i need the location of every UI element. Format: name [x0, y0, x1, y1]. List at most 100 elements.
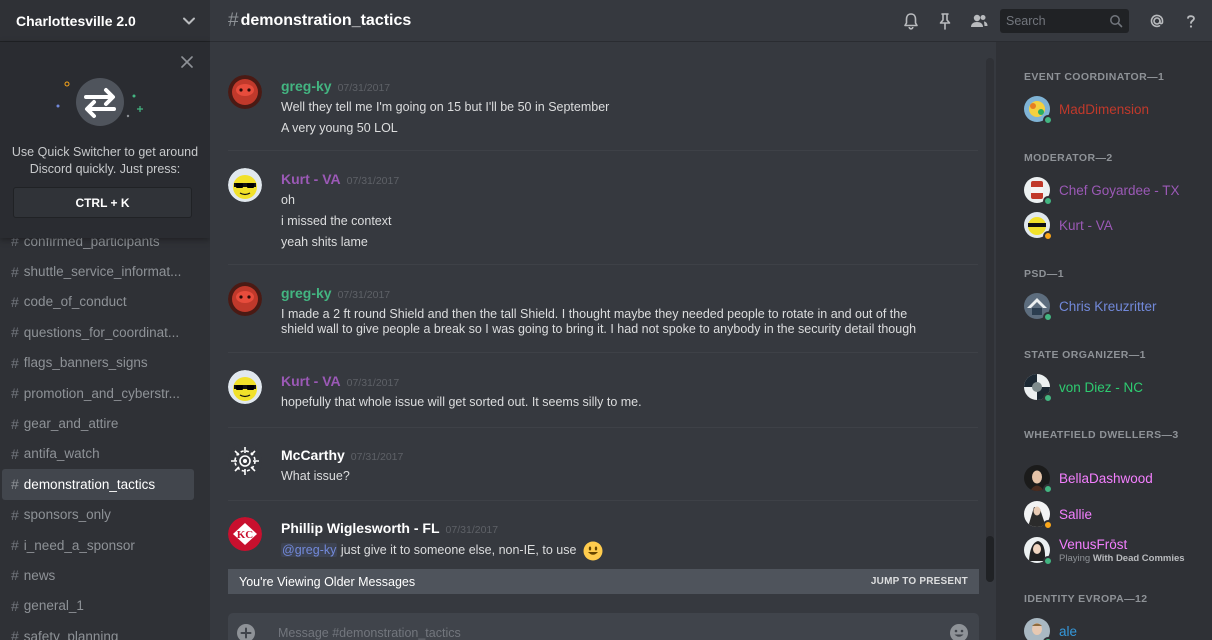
- channel-title-text: demonstration_tactics: [240, 11, 412, 29]
- channel-label: code_of_conduct: [23, 294, 127, 310]
- avatar: [1024, 293, 1053, 322]
- channel-news[interactable]: # news: [2, 560, 194, 590]
- message-header: greg-ky 07/31/2017: [281, 285, 978, 303]
- channel-i-need-a-sponsor[interactable]: # i_need_a_sponsor: [2, 530, 194, 560]
- member-item[interactable]: Kurt - VA: [1024, 210, 1204, 241]
- member-name: BellaDashwood: [1059, 470, 1153, 486]
- message-group: greg-ky 07/31/2017 I made a 2 ft round S…: [228, 264, 978, 352]
- member-item[interactable]: MadDimension: [1024, 94, 1204, 125]
- member-item[interactable]: Chris Kreuzritter: [1024, 291, 1204, 322]
- avatar[interactable]: KC: [228, 517, 262, 551]
- avatar[interactable]: [228, 444, 262, 478]
- channel-sidebar: # confirmed_participants # shuttle_service…: [0, 0, 210, 640]
- author-name[interactable]: greg-ky: [281, 285, 332, 301]
- member-item[interactable]: VenusFrōst Playing With Dead Commies: [1024, 535, 1204, 566]
- message-line: i missed the context: [281, 214, 392, 228]
- members-icon[interactable]: [969, 11, 989, 31]
- channel-questions[interactable]: # questions_for_coordinat...: [2, 317, 194, 347]
- message-header: Kurt - VA 07/31/2017: [281, 373, 978, 391]
- hash-icon: #: [11, 263, 19, 280]
- message-line: A very young 50 LOL: [281, 121, 398, 135]
- channel-sponsors-only[interactable]: # sponsors_only: [2, 500, 194, 530]
- author-name[interactable]: McCarthy: [281, 447, 345, 463]
- message-line: Well they tell me I'm going on 15 but I'…: [281, 100, 610, 114]
- channel-label: news: [23, 567, 56, 583]
- role-header: WHEATFIELD DWELLERS—3: [1024, 429, 1179, 441]
- channel-promotion[interactable]: # promotion_and_cyberstr...: [2, 378, 194, 408]
- channel-flags-banners-signs[interactable]: # flags_banners_signs: [2, 348, 194, 378]
- chat-header: # demonstration_tactics: [210, 0, 1212, 42]
- hash-icon: #: [11, 385, 19, 402]
- older-messages-text: You're Viewing Older Messages: [239, 574, 416, 589]
- scrollbar-thumb[interactable]: [986, 536, 994, 582]
- message-line: oh: [281, 193, 295, 207]
- message-body: Phillip Wiglesworth - FL 07/31/2017 @gre…: [281, 520, 978, 561]
- member-name: von Diez - NC: [1059, 379, 1144, 395]
- help-icon[interactable]: [1181, 11, 1201, 31]
- member-item[interactable]: ale: [1024, 616, 1204, 640]
- channel-label: i_need_a_sponsor: [23, 537, 135, 553]
- message-header: greg-ky 07/31/2017: [281, 78, 978, 96]
- mentions-icon[interactable]: [1147, 11, 1167, 31]
- channel-shuttle-service[interactable]: # shuttle_service_informat...: [2, 256, 194, 286]
- status-indicator: [1043, 196, 1053, 206]
- channel-safety-planning[interactable]: # safety_planning: [2, 621, 194, 640]
- pin-icon[interactable]: [935, 11, 955, 31]
- channel-label: antifa_watch: [23, 446, 100, 462]
- author-name[interactable]: Kurt - VA: [281, 171, 341, 187]
- avatar: [1024, 177, 1053, 206]
- channel-label: sponsors_only: [23, 507, 111, 523]
- channel-code-of-conduct[interactable]: # code_of_conduct: [2, 287, 194, 317]
- channel-antifa-watch[interactable]: # antifa_watch: [2, 439, 194, 469]
- scrollbar-track[interactable]: [986, 58, 994, 582]
- svg-text:KC: KC: [237, 529, 254, 541]
- message-group: McCarthy 07/31/2017 What issue?: [228, 427, 978, 500]
- channel-general-1[interactable]: # general_1: [2, 591, 194, 621]
- server-header[interactable]: Charlottesville 2.0: [0, 0, 210, 42]
- plus-circle-icon[interactable]: [236, 623, 256, 640]
- emoji-picker-icon[interactable]: [949, 623, 969, 640]
- hash-icon: #: [11, 628, 19, 640]
- quick-switcher-shortcut: CTRL + K: [13, 187, 192, 218]
- message-input[interactable]: [278, 626, 949, 640]
- timestamp: 07/31/2017: [346, 175, 400, 187]
- status-indicator: [1043, 393, 1053, 403]
- channel-demonstration-tactics[interactable]: # demonstration_tactics: [2, 469, 194, 500]
- avatar[interactable]: [228, 75, 262, 109]
- timestamp: 07/31/2017: [346, 377, 400, 389]
- status-indicator: [1043, 312, 1053, 322]
- user-mention[interactable]: @greg-ky: [281, 543, 338, 557]
- channel-gear-and-attire[interactable]: # gear_and_attire: [2, 408, 194, 438]
- member-item[interactable]: von Diez - NC: [1024, 372, 1204, 403]
- author-name[interactable]: Phillip Wiglesworth - FL: [281, 520, 440, 536]
- channel-label: safety_planning: [23, 628, 119, 640]
- member-name: ale: [1059, 623, 1078, 639]
- avatar[interactable]: [228, 370, 262, 404]
- search-box[interactable]: [1000, 9, 1129, 33]
- message-group: KC Phillip Wiglesworth - FL 07/31/2017 @…: [228, 500, 978, 580]
- jump-to-present-button[interactable]: JUMP TO PRESENT: [871, 576, 968, 587]
- message-group: greg-ky 07/31/2017 Well they tell me I'm…: [228, 58, 978, 152]
- status-indicator: [1043, 556, 1053, 566]
- avatar[interactable]: [228, 168, 262, 202]
- close-icon[interactable]: [181, 56, 193, 68]
- member-list: EVENT COORDINATOR—1 MadDimension MODERAT…: [996, 42, 1212, 640]
- message-body: greg-ky 07/31/2017 I made a 2 ft round S…: [281, 285, 978, 337]
- message-line: yeah shits lame: [281, 235, 368, 249]
- bell-icon[interactable]: [901, 11, 921, 31]
- message-line: hopefully that whole issue will get sort…: [281, 395, 642, 409]
- member-item[interactable]: Sallie: [1024, 499, 1204, 530]
- author-name[interactable]: Kurt - VA: [281, 373, 341, 389]
- timestamp: 07/31/2017: [350, 451, 404, 463]
- avatar[interactable]: [228, 282, 262, 316]
- chevron-down-icon: [183, 17, 195, 24]
- avatar: [1024, 374, 1053, 403]
- author-name[interactable]: greg-ky: [281, 78, 332, 94]
- avatar: [1024, 501, 1053, 530]
- role-header: STATE ORGANIZER—1: [1024, 349, 1146, 361]
- member-item[interactable]: BellaDashwood: [1024, 463, 1204, 494]
- search-input[interactable]: [1006, 14, 1109, 28]
- status-indicator: [1043, 231, 1053, 241]
- message-body: Kurt - VA 07/31/2017 oh i missed the con…: [281, 171, 978, 253]
- member-item[interactable]: Chef Goyardee - TX: [1024, 175, 1204, 206]
